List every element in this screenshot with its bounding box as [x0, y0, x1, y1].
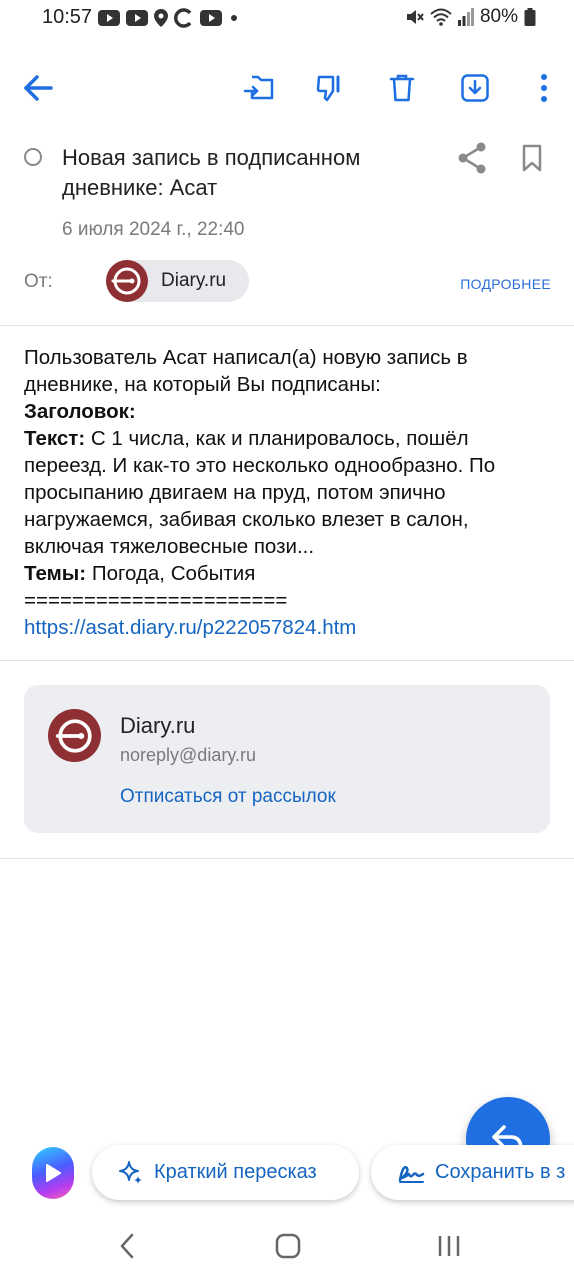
status-bar: 10:57 80% [0, 0, 574, 36]
download-icon [461, 74, 489, 102]
back-arrow-icon [24, 75, 53, 101]
share-icon [458, 142, 486, 174]
body-topics-line: Темы: Погода, События [24, 560, 554, 587]
diary-logo-icon [55, 718, 92, 753]
sender-card: Diary.ru noreply@diary.ru Отписаться от … [24, 685, 550, 833]
dislike-icon [316, 75, 340, 102]
delete-button[interactable] [382, 68, 422, 108]
bookmark-icon [522, 144, 542, 172]
wifi-icon [430, 8, 452, 26]
title-label: Заголовок: [24, 400, 136, 423]
sender-card-name: Diary.ru [120, 713, 196, 738]
sparkle-icon [119, 1160, 142, 1184]
sender-chip[interactable]: Diary.ru [106, 260, 249, 302]
sender-card-email: noreply@diary.ru [120, 745, 256, 765]
post-link[interactable]: https://asat.diary.ru/p222057824.htm [24, 614, 554, 641]
signal-icon [457, 8, 474, 26]
trash-icon [389, 74, 415, 102]
sender-avatar [106, 260, 148, 302]
text-label: Текст: [24, 427, 86, 450]
battery-percent: 80% [479, 6, 518, 27]
save-button[interactable] [455, 68, 495, 108]
email-subject: Новая запись в подписанном дневнике: Аса… [62, 145, 361, 200]
nav-recents-button[interactable] [429, 1226, 469, 1266]
from-label: От: [24, 271, 53, 292]
topics-label: Темы: [24, 562, 87, 585]
move-to-folder-icon [243, 75, 274, 100]
details-link[interactable]: ПОДРОБНЕЕ [460, 276, 551, 292]
email-toolbar [0, 60, 574, 120]
mute-icon [406, 10, 424, 24]
bookmark-button[interactable] [512, 140, 552, 176]
email-date: 6 июля 2024 г., 22:40 [62, 219, 245, 240]
youtube-icon [126, 10, 148, 26]
divider [0, 858, 574, 859]
body-text-line: Текст: С 1 числа, как и планировалось, п… [24, 425, 554, 560]
nav-back-button[interactable] [107, 1226, 147, 1266]
sender-name: Diary.ru [161, 270, 227, 291]
share-button[interactable] [452, 140, 492, 176]
body-separator: ====================== [24, 589, 288, 612]
summary-label: Краткий пересказ [154, 1161, 317, 1183]
body-intro: Пользователь Асат написал(а) новую запис… [24, 346, 468, 396]
save-to-button[interactable]: Сохранить в з [371, 1145, 574, 1200]
chevron-left-icon [120, 1233, 134, 1259]
read-status-indicator[interactable] [24, 148, 42, 166]
play-icon [46, 1164, 61, 1182]
unsubscribe-link[interactable]: Отписаться от рассылок [120, 786, 336, 808]
recents-icon [438, 1236, 460, 1256]
move-button[interactable] [239, 68, 279, 108]
divider [0, 660, 574, 661]
c-app-icon [174, 8, 192, 28]
divider [0, 325, 574, 326]
summary-button[interactable]: Краткий пересказ [92, 1145, 359, 1200]
system-icons: 80% [406, 6, 536, 28]
more-options-button[interactable] [524, 68, 564, 108]
location-icon [154, 9, 168, 27]
notification-icons [98, 8, 240, 28]
dot-icon [231, 15, 237, 21]
sender-card-avatar [48, 709, 101, 762]
nav-home-button[interactable] [268, 1226, 308, 1266]
status-time: 10:57 [42, 6, 93, 28]
spam-button[interactable] [310, 68, 350, 108]
ai-assistant-button[interactable] [32, 1147, 74, 1199]
body-text: С 1 числа, как и планировалось, пошёл пе… [24, 427, 496, 558]
youtube-icon [200, 10, 222, 26]
handwriting-icon [398, 1165, 425, 1183]
save-to-label: Сохранить в з [435, 1161, 566, 1183]
body-title-line: Заголовок: [24, 398, 554, 425]
more-vert-icon [541, 74, 547, 102]
diary-logo-icon [111, 267, 141, 295]
system-nav-bar [0, 1210, 574, 1280]
home-icon [275, 1233, 301, 1259]
back-button[interactable] [18, 68, 58, 108]
email-body: Пользователь Асат написал(а) новую запис… [24, 344, 554, 641]
body-topics: Погода, События [86, 562, 256, 585]
battery-icon [524, 8, 536, 26]
youtube-icon [98, 10, 120, 26]
